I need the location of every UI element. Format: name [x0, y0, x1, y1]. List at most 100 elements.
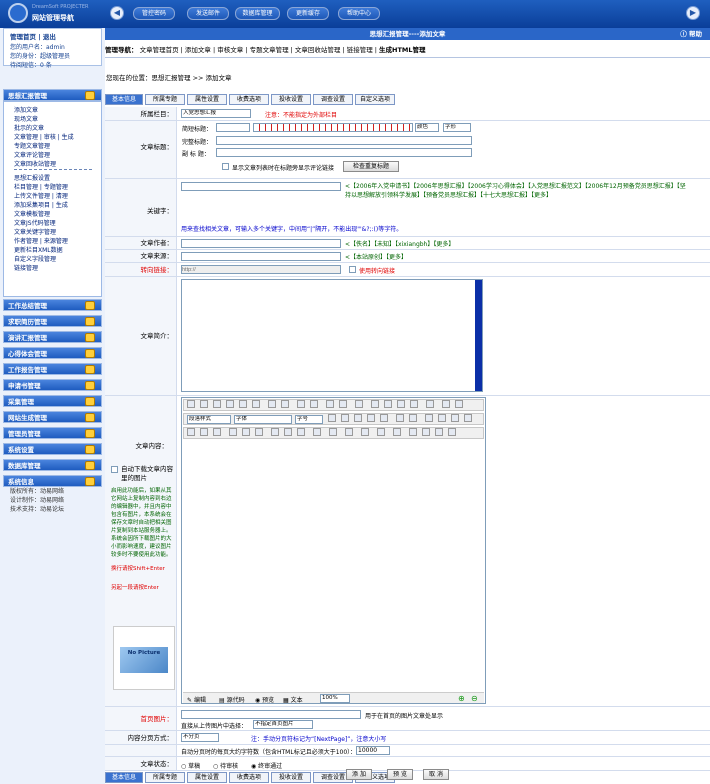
sidebar-item-add-article[interactable]: 添加文章	[14, 105, 38, 114]
sidebar-item[interactable]: 文章关键字管理	[14, 227, 56, 236]
keyword-input[interactable]	[181, 182, 341, 191]
unordered-list-icon[interactable]	[438, 414, 446, 422]
ordered-list-icon[interactable]	[425, 414, 433, 422]
show-comment-checkbox[interactable]	[222, 163, 229, 170]
italic-icon[interactable]	[354, 414, 362, 422]
file-icon[interactable]	[361, 428, 369, 436]
category-experience[interactable]: 心得体会管理	[3, 347, 102, 359]
paging-select[interactable]: 不分页	[181, 733, 219, 742]
flash-icon[interactable]	[284, 428, 292, 436]
scissors-icon[interactable]	[213, 400, 221, 408]
help-link[interactable]: ⓘ 帮助	[680, 28, 702, 40]
tab-vote[interactable]: 投收设置	[271, 94, 311, 105]
page-break-icon[interactable]	[448, 428, 456, 436]
sidebar-item[interactable]: 栏目管理 | 专题管理	[14, 182, 68, 191]
sidebar-item[interactable]: 思想汇报设置	[14, 173, 50, 182]
time-icon[interactable]	[242, 428, 250, 436]
sidebar-item[interactable]: 链接管理	[14, 263, 38, 272]
status-pending-radio[interactable]: ○ 待审核	[213, 761, 238, 770]
back-icon[interactable]: ◀	[110, 6, 124, 20]
align-right-icon[interactable]	[397, 400, 405, 408]
editor-content-area[interactable]	[183, 441, 484, 691]
category-active[interactable]: 思想汇报管理	[3, 89, 102, 101]
source-icon[interactable]	[326, 400, 334, 408]
undo-icon[interactable]	[268, 400, 276, 408]
nav-review-article[interactable]: 审核文章	[217, 46, 243, 54]
horizontal-rule-icon[interactable]	[187, 428, 195, 436]
category-work-summary[interactable]: 工作总结管理	[3, 299, 102, 311]
editor-tab-source[interactable]: ▤ 源代码	[219, 695, 245, 704]
home-link[interactable]: 管理首页	[10, 33, 36, 41]
paragraph-style-select[interactable]: 段落样式	[187, 415, 231, 424]
color-select[interactable]: 颜色	[415, 123, 439, 132]
table-icon[interactable]	[313, 428, 321, 436]
copy-icon[interactable]	[226, 400, 234, 408]
tab-basic[interactable]: 基本信息	[105, 94, 143, 105]
nav-send-mail[interactable]: 发送邮件	[187, 7, 229, 20]
category-resume[interactable]: 求职简历管理	[3, 315, 102, 327]
layer-icon[interactable]	[377, 428, 385, 436]
unlink-icon[interactable]	[455, 400, 463, 408]
zoom-in-icon[interactable]: ⊕	[458, 694, 465, 703]
outdent-icon[interactable]	[464, 414, 472, 422]
date-icon[interactable]	[229, 428, 237, 436]
use-redirect-checkbox[interactable]	[349, 266, 356, 273]
author-links[interactable]: <【佚名】【未知】【xixiangbh】【更多】	[345, 239, 454, 248]
cancel-button[interactable]: 取 消	[423, 769, 449, 780]
author-input[interactable]	[181, 239, 341, 248]
tab-survey[interactable]: 调查设置	[313, 94, 353, 105]
marquee-icon[interactable]	[213, 428, 221, 436]
underline-icon[interactable]	[367, 414, 375, 422]
tab-charge[interactable]: 收费选项	[229, 772, 269, 783]
forward-icon[interactable]: ▶	[686, 6, 700, 20]
category-collect[interactable]: 采集管理	[3, 395, 102, 407]
sidebar-item[interactable]: 自定义字段管理	[14, 254, 56, 263]
nav-database[interactable]: 数据库管理	[235, 7, 280, 20]
logout-link[interactable]: 退出	[43, 33, 56, 41]
tab-vote[interactable]: 投收设置	[271, 772, 311, 783]
category-speech[interactable]: 演讲汇报管理	[3, 331, 102, 343]
nav-change-password[interactable]: 管控密码	[133, 7, 175, 20]
sidebar-item[interactable]: 文章JS代码管理	[14, 218, 56, 227]
media-icon[interactable]	[297, 428, 305, 436]
status-draft-radio[interactable]: ○ 草稿	[181, 761, 200, 770]
sidebar-item[interactable]: 批示的文章	[14, 123, 44, 132]
tab-attributes[interactable]: 属性设置	[187, 772, 227, 783]
nav-links[interactable]: 链接管理	[347, 46, 373, 54]
editor-tab-text[interactable]: ▦ 文本	[283, 695, 303, 704]
zoom-select[interactable]: 100%	[320, 694, 350, 703]
nav-recycle[interactable]: 文章回收站管理	[295, 46, 341, 54]
full-title-input[interactable]	[216, 136, 472, 145]
category-system-settings[interactable]: 系统设置	[3, 443, 102, 455]
nav-article-home[interactable]: 文章管理首页	[140, 46, 179, 54]
tab-attributes[interactable]: 属性设置	[187, 94, 227, 105]
form-icon[interactable]	[329, 428, 337, 436]
cut-icon[interactable]	[187, 400, 195, 408]
title-prefix-select[interactable]	[216, 123, 250, 132]
category-admins[interactable]: 管理员管理	[3, 427, 102, 439]
summary-textarea[interactable]	[181, 279, 483, 392]
superscript-icon[interactable]	[396, 414, 404, 422]
font-family-select[interactable]: 字体	[234, 415, 292, 424]
video-icon[interactable]	[435, 428, 443, 436]
paste-icon[interactable]	[239, 400, 247, 408]
category-work-report[interactable]: 工作报告管理	[3, 363, 102, 375]
find-icon[interactable]	[297, 400, 305, 408]
auto-paging-input[interactable]: 10000	[356, 746, 390, 755]
sidebar-item[interactable]: 上传文件管理 | 清理	[14, 191, 68, 200]
sidebar-item[interactable]: 文章管理 | 审核 | 生成	[14, 132, 74, 141]
category-database[interactable]: 数据库管理	[3, 459, 102, 471]
short-title-input[interactable]	[253, 123, 413, 132]
strikethrough-icon[interactable]	[380, 414, 388, 422]
globe-icon[interactable]	[422, 428, 430, 436]
auto-download-checkbox[interactable]	[111, 466, 118, 473]
tab-charge[interactable]: 收费选项	[229, 94, 269, 105]
homepage-pic-input[interactable]	[181, 710, 361, 719]
tab-basic[interactable]: 基本信息	[105, 772, 143, 783]
add-button[interactable]: 添 加	[346, 769, 372, 780]
delete-icon[interactable]	[200, 400, 208, 408]
image-icon[interactable]	[271, 428, 279, 436]
nav-special-article[interactable]: 专题文章管理	[250, 46, 289, 54]
editor-tab-edit[interactable]: ✎ 编辑	[187, 695, 206, 704]
redo-icon[interactable]	[281, 400, 289, 408]
